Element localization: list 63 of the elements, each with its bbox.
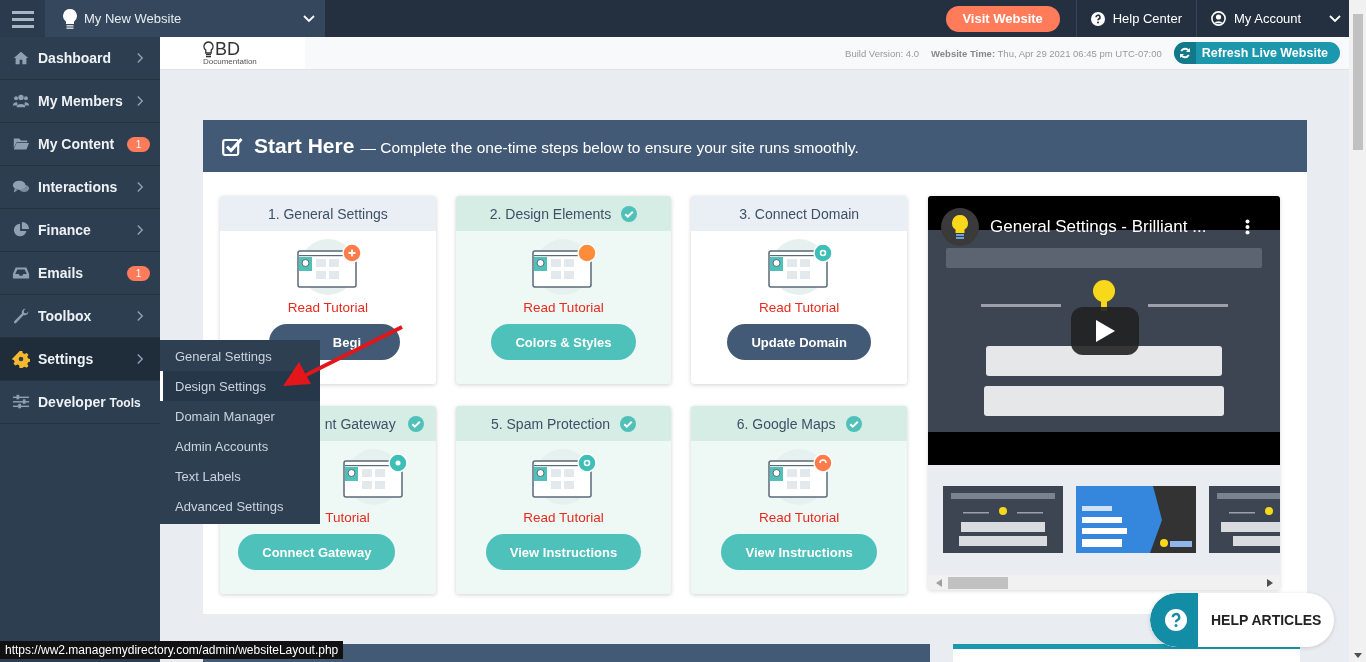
chevron-down-icon [303,14,315,23]
card-title: 1. General Settings [267,205,388,222]
lightbulb-icon [62,7,78,30]
submenu-item[interactable]: Domain Manager [160,401,320,431]
card-title: 2. Design Elements [489,205,612,222]
refresh-icon [1178,47,1191,59]
step-button[interactable]: Update Domain [727,324,871,360]
wrench-icon [12,307,30,325]
menu-icon [11,9,34,28]
card-title: nt Gateway [324,415,396,432]
build-version: Build Version: 4.0 [845,47,919,59]
play-icon [1094,319,1116,343]
logo-caption: Documentation [203,57,257,66]
read-tutorial-link[interactable]: Read Tutorial [759,300,840,315]
check-circle-icon [407,415,424,432]
scroll-right-icon[interactable] [1267,578,1273,587]
video-title: General Settings - Brilliant ... [990,217,1207,237]
chevron-down-icon [1329,14,1341,23]
count-badge: 1 [127,136,150,152]
scrollbar-thumb[interactable] [948,576,1008,589]
sidebar-item[interactable]: Emails 1 [0,252,160,295]
scroll-down-icon[interactable] [1353,653,1362,658]
play-button[interactable] [1071,307,1139,355]
read-tutorial-link[interactable]: Read Tutorial [759,510,840,525]
website-time: Website Time: Thu, Apr 29 2021 06:45 pm UTC-07:00 [931,47,1162,59]
help-articles-button[interactable]: HELP ARTICLES [1150,593,1334,647]
channel-avatar-icon [941,208,979,246]
menu-button[interactable] [0,0,45,37]
website-name: My New Website [84,11,182,26]
card-title: 3. Connect Domain [739,205,860,222]
submenu-item[interactable]: Advanced Settings [160,491,320,521]
logo-text: BD [215,40,240,58]
users-icon [12,92,30,110]
gear-icon [12,350,30,368]
read-tutorial-link[interactable]: Read Tutorial [523,300,604,315]
help-icon [1165,609,1187,631]
scrollbar-thumb[interactable] [1352,14,1363,150]
user-icon [1211,11,1226,26]
help-icon [1090,11,1105,26]
panel-subtitle: — Complete the one-time steps below to ensure your site runs smoothly. [360,138,859,157]
sidebar-item[interactable]: My Content 1 [0,123,160,166]
lightbulb-icon [203,40,214,58]
more-options-icon[interactable] [1245,219,1250,235]
check-circle-icon [845,415,862,432]
submenu-item[interactable]: Design Settings [160,371,320,401]
check-circle-icon [620,415,636,432]
count-badge: 1 [127,265,150,281]
check-circle-icon [621,205,638,222]
card-title: 5. Spam Protection [490,415,610,432]
card-title: 6. Google Maps [736,415,836,432]
sidebar-item[interactable]: Settings [0,338,160,381]
submenu-item[interactable]: Admin Accounts [160,431,320,461]
read-tutorial-link[interactable]: Tutorial [325,510,370,525]
checkbox-icon [222,136,243,156]
website-selector[interactable]: My New Website [45,0,325,37]
submenu-item[interactable]: Text Labels [160,461,320,491]
read-tutorial-link[interactable]: Read Tutorial [523,510,604,525]
panel-title: Start Here [254,134,355,158]
pie-chart-icon [12,221,30,239]
sliders-icon [12,393,30,411]
home-icon [12,49,30,67]
status-url: https://ww2.managemydirectory.com/admin/websiteLayout.php [0,641,344,659]
read-tutorial-link[interactable]: Read Tutorial [287,300,368,315]
